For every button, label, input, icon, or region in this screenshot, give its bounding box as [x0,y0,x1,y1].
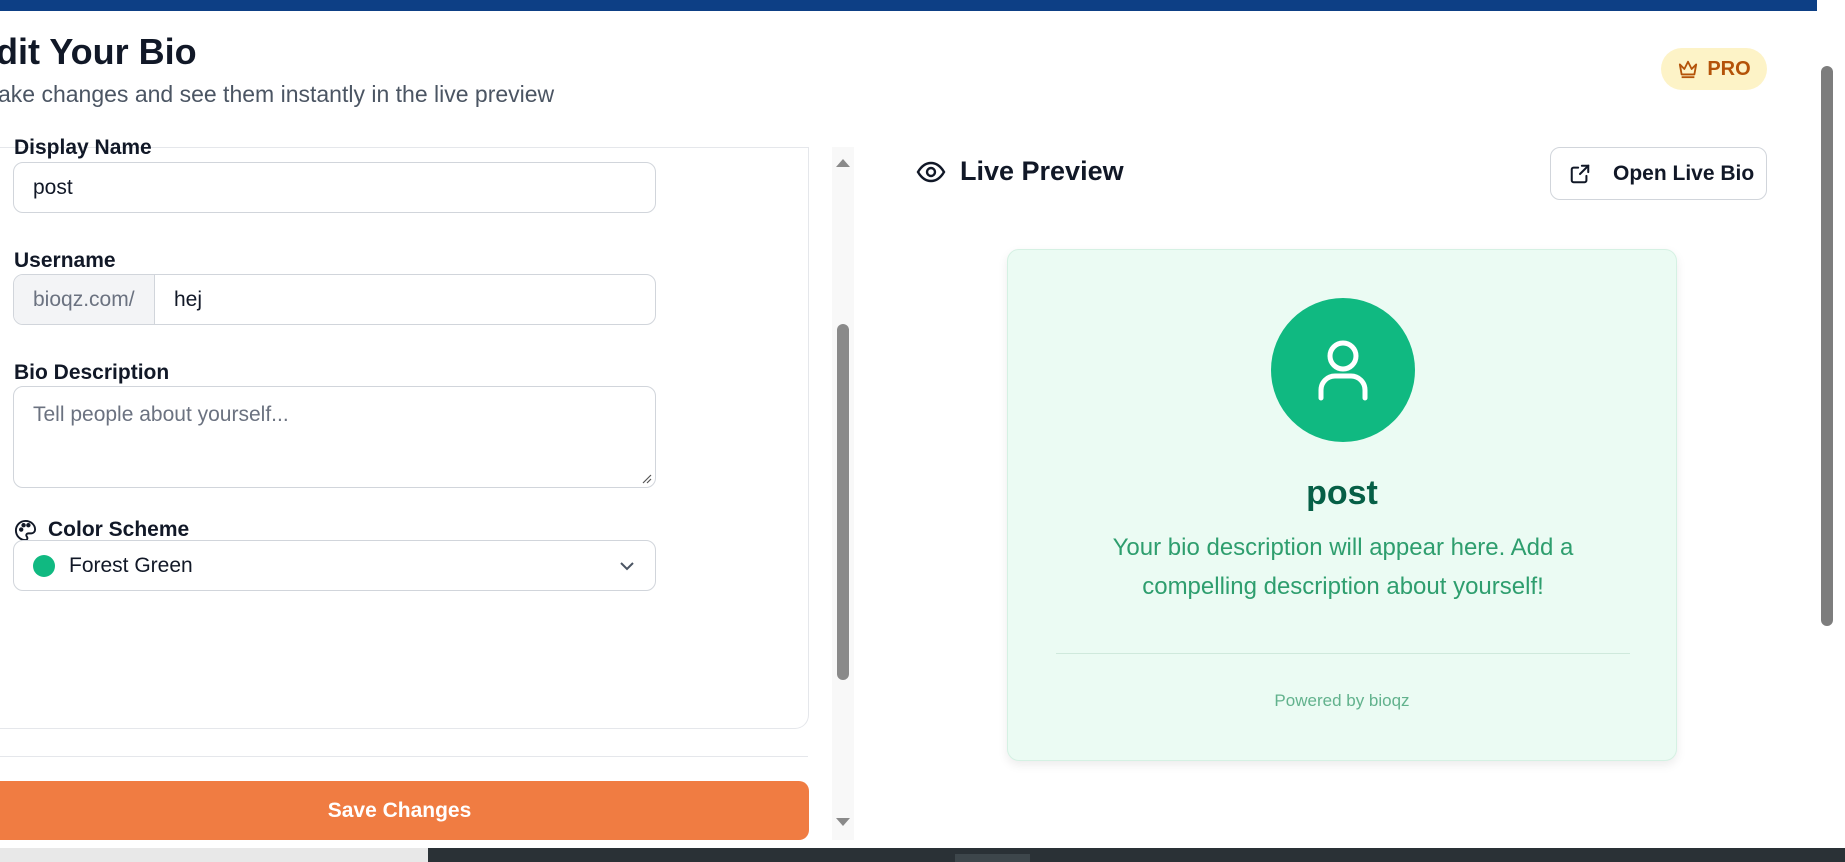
page-title: dit Your Bio [0,31,197,72]
editor-scrollbar[interactable] [832,147,854,840]
chevron-down-icon [620,562,634,571]
resize-handle-icon[interactable] [642,474,652,484]
save-changes-button[interactable]: Save Changes [0,781,809,840]
open-live-bio-button[interactable]: Open Live Bio [1550,147,1767,200]
palette-icon [14,519,37,541]
window-scrollbar[interactable] [1817,0,1845,848]
bio-description-label: Bio Description [14,361,170,384]
live-preview-header: Live Preview [916,156,1124,187]
color-scheme-select[interactable]: Forest Green [13,540,656,591]
editor-page: dit Your Bio ake changes and see them in… [0,11,1817,848]
color-scheme-value: Forest Green [69,553,193,577]
top-accent-bar [0,0,1817,11]
bio-preview-description: Your bio description will appear here. A… [1112,534,1574,600]
scroll-down-arrow-icon[interactable] [836,818,850,826]
scroll-up-arrow-icon[interactable] [836,159,850,167]
taskbar-strip [0,848,1845,862]
powered-by-footer: Powered by bioqz [1274,691,1410,710]
window-scrollbar-thumb[interactable] [1821,66,1833,626]
section-divider [0,756,808,757]
avatar [1271,298,1415,442]
display-name-input[interactable]: post [13,162,656,213]
bio-card-divider [1056,653,1630,654]
editor-scrollbar-thumb[interactable] [837,324,849,680]
taskbar-left-segment [0,848,428,862]
bio-preview-card: post Your bio description will appear he… [1007,249,1677,761]
open-live-bio-label: Open Live Bio [1613,161,1755,185]
color-scheme-label: Color Scheme [14,518,189,542]
pro-badge: PRO [1661,48,1767,90]
username-value: hej [174,287,203,311]
page-subtitle: ake changes and see them instantly in th… [0,81,555,107]
username-label: Username [14,249,116,272]
bio-preview-name: post [1306,474,1378,512]
pro-badge-label: PRO [1707,57,1751,80]
username-prefix: bioqz.com/ [14,275,155,324]
display-name-value: post [33,175,73,199]
live-preview-title: Live Preview [960,156,1124,186]
taskbar-middle-segment [955,854,1030,862]
external-link-icon [1570,164,1590,183]
eye-icon [916,161,946,182]
bio-editor-panel: Display Name post Username bioqz.com/ he… [0,136,809,729]
bio-description-textarea[interactable]: Tell people about yourself... [13,386,656,488]
color-scheme-label-text: Color Scheme [48,518,190,541]
bio-description-placeholder: Tell people about yourself... [33,403,289,426]
username-input[interactable]: bioqz.com/ hej [13,274,656,325]
display-name-label: Display Name [14,136,152,159]
crown-icon [1679,60,1698,79]
color-swatch [33,554,55,577]
user-icon [1318,340,1368,401]
